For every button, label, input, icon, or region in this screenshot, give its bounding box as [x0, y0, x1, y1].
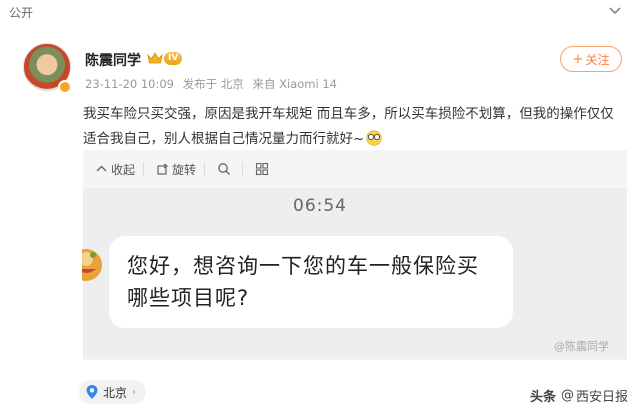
- vip-crown-icon: [147, 52, 163, 64]
- vip-level: IV: [164, 51, 183, 65]
- follow-button[interactable]: + 关注: [560, 46, 622, 72]
- zoom-button[interactable]: [217, 162, 234, 176]
- follow-label: 关注: [585, 52, 610, 67]
- post-timestamp[interactable]: 23-11-20 10:09: [85, 77, 174, 91]
- at-symbol: @: [560, 388, 574, 403]
- rotate-label: 旋转: [172, 162, 197, 177]
- visibility-label: 公开: [9, 6, 34, 20]
- vip-badge[interactable]: IV: [147, 51, 183, 65]
- post-meta: 23-11-20 10:09 发布于 北京 来自 Xiaomi 14: [85, 76, 342, 92]
- location-pin-icon: [86, 385, 98, 399]
- location-bar: 北京 › 头条 @ 西安日报: [0, 370, 640, 416]
- post-location: 发布于 北京: [182, 77, 244, 91]
- plus-icon: +: [572, 51, 584, 67]
- image-toolbar: 收起 旋转: [83, 150, 627, 188]
- top-bar: 公开: [0, 0, 640, 26]
- image-watermark: @陈震同学: [554, 340, 609, 353]
- post-body: 我买车险只买交强，原因是我开车规矩 而且车多，所以买车损险不划算，但我的操作仅仅…: [83, 106, 614, 147]
- chevron-right-icon: ›: [132, 386, 137, 398]
- location-city: 北京: [103, 385, 128, 400]
- chat-avatar-icon: [82, 249, 102, 281]
- sunglasses-emoji-icon: [366, 130, 382, 146]
- rotate-icon: [157, 163, 169, 175]
- grid-icon: [255, 162, 269, 176]
- collapse-label: 收起: [111, 162, 136, 177]
- zoom-icon: [218, 163, 231, 175]
- chat-time: 06:54: [293, 196, 347, 216]
- collapse-icon: [96, 165, 107, 171]
- chat-message-bubble: 您好，想咨询一下您的车一般保险买哪些项目呢?: [109, 236, 513, 328]
- post-header: 陈震同学 IV 23-11-20 10:09 发布于 北京 来自 Xiaomi …: [0, 26, 640, 100]
- chat-screenshot-image[interactable]: 06:54 您好，想咨询一下您的车一般保险买哪些项目呢? @陈震同学: [82, 188, 627, 356]
- platform-name: 头条: [529, 390, 556, 405]
- verified-badge-icon: [58, 80, 72, 94]
- post-text: 我买车险只买交强，原因是我开车规矩 而且车多，所以买车损险不划算，但我的操作仅仅…: [83, 102, 623, 152]
- divider: [242, 162, 244, 176]
- divider: [143, 162, 145, 176]
- location-tag[interactable]: 北京 ›: [79, 380, 147, 404]
- rotate-button[interactable]: 旋转: [156, 161, 196, 178]
- username[interactable]: 陈震同学: [85, 50, 141, 70]
- source-name: 西安日报: [575, 390, 628, 405]
- chevron-down-icon[interactable]: [608, 4, 622, 18]
- post-device: 来自 Xiaomi 14: [252, 77, 337, 91]
- weibo-post-page: 公开 陈震同学 IV 23-11-20 10:09 发布于 北京 来自 Xiao…: [0, 0, 640, 416]
- divider: [204, 162, 206, 176]
- collapse-button[interactable]: 收起: [95, 161, 135, 178]
- source-credit: 头条 @ 西安日报: [530, 386, 628, 405]
- grid-button[interactable]: [255, 162, 272, 176]
